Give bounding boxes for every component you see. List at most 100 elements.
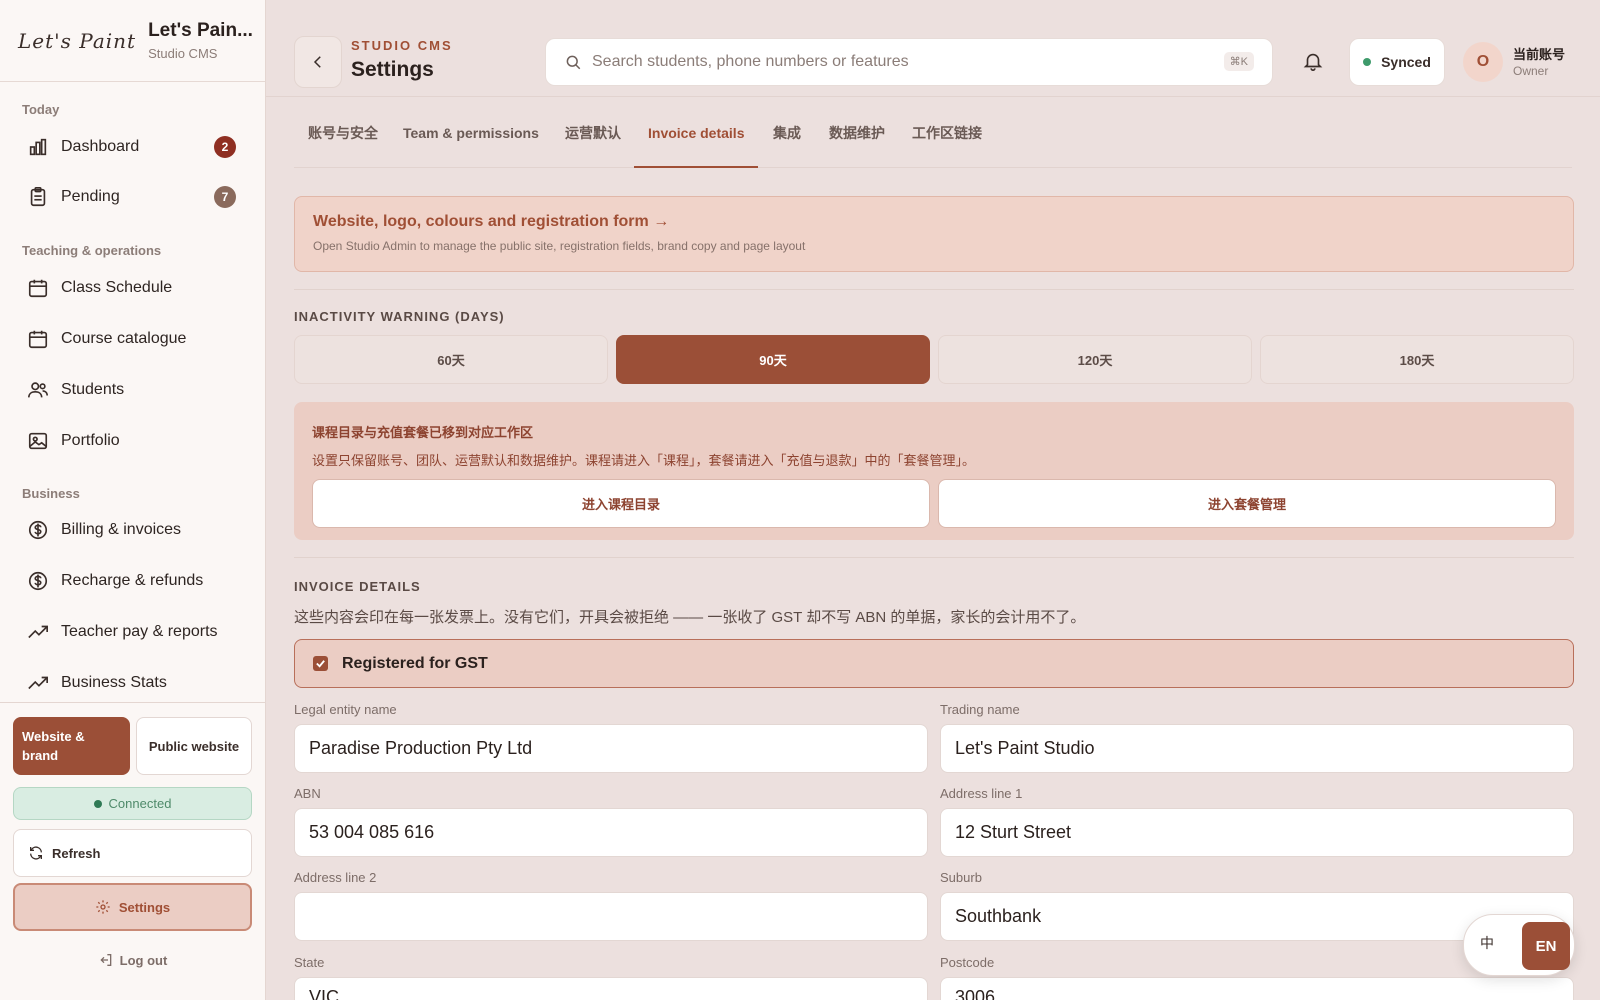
trading-name-label: Trading name: [940, 702, 1020, 717]
image-icon: [28, 432, 48, 450]
abn-field[interactable]: 53 004 085 616: [294, 808, 928, 857]
sidebar-item-billing[interactable]: Billing & invoices: [14, 509, 252, 551]
settings-tabs: 账号与安全 Team & permissions 运营默认 Invoice de…: [294, 118, 1572, 168]
address1-label: Address line 1: [940, 786, 1023, 801]
gst-label: Registered for GST: [342, 654, 488, 672]
inactivity-option-90[interactable]: 90天: [616, 335, 930, 384]
website-brand-button[interactable]: Website & brand: [13, 717, 130, 775]
calendar-icon: [28, 330, 48, 349]
notice-title: 课程目录与充值套餐已移到对应工作区: [312, 425, 534, 440]
lang-zh-option[interactable]: 中: [1480, 933, 1494, 953]
postcode-label: Postcode: [940, 955, 995, 970]
address1-field[interactable]: 12 Sturt Street: [940, 808, 1574, 857]
sidebar-item-pending[interactable]: Pending 7: [14, 176, 252, 218]
settings-button[interactable]: Settings: [13, 883, 252, 931]
status-dot: [93, 799, 102, 808]
search-shortcut: ⌘K: [1223, 52, 1254, 71]
chevron-left-icon: [313, 56, 321, 68]
search-placeholder: Search students, phone numbers or featur…: [592, 53, 909, 70]
legal-name-field[interactable]: Paradise Production Pty Ltd: [294, 724, 928, 773]
search-icon: [566, 55, 581, 70]
sidebar-item-teacher-pay[interactable]: Teacher pay & reports: [14, 611, 252, 653]
sidebar-item-label: Teacher pay & reports: [61, 623, 218, 640]
sync-label: Synced: [1381, 54, 1431, 70]
pending-count-badge: 7: [214, 186, 236, 208]
inactivity-option-60[interactable]: 60天: [294, 335, 608, 384]
banner-title: Website, logo, colours and registration …: [313, 213, 670, 230]
check-icon: [316, 660, 325, 668]
sidebar-item-label: Course catalogue: [61, 330, 187, 347]
sidebar-item-class-schedule[interactable]: Class Schedule: [14, 267, 252, 309]
address2-label: Address line 2: [294, 870, 377, 885]
invoice-details-description: 这些内容会印在每一张发票上。没有它们，开具会被拒绝 —— 一张收了 GST 却不…: [294, 609, 1086, 626]
divider: [294, 289, 1574, 290]
moved-notice: 课程目录与充值套餐已移到对应工作区 设置只保留账号、团队、运营默认和数据维护。课…: [294, 402, 1574, 540]
connection-status: Connected: [13, 787, 252, 820]
go-to-catalogue-button[interactable]: 进入课程目录: [312, 479, 930, 528]
sync-status[interactable]: Synced: [1349, 38, 1445, 86]
section-business: Business: [22, 486, 80, 501]
notice-description: 设置只保留账号、团队、运营默认和数据维护。课程请进入「课程」，套餐请进入「充值与…: [312, 453, 976, 468]
refresh-button[interactable]: Refresh: [13, 829, 252, 877]
gst-checkbox[interactable]: [313, 656, 328, 671]
go-to-packages-button[interactable]: 进入套餐管理: [938, 479, 1556, 528]
account-name[interactable]: 当前账号: [1513, 44, 1565, 63]
divider: [294, 557, 1574, 558]
avatar[interactable]: O: [1463, 42, 1503, 82]
address2-field[interactable]: [294, 892, 928, 941]
invoice-details-label: INVOICE DETAILS: [294, 579, 421, 594]
sidebar-item-label: Portfolio: [61, 432, 120, 449]
website-brand-banner[interactable]: Website, logo, colours and registration …: [294, 196, 1574, 272]
postcode-field[interactable]: 3006: [940, 977, 1574, 1000]
sidebar-item-business-stats[interactable]: Business Stats: [14, 662, 252, 704]
tab-operations-defaults[interactable]: 运营默认: [551, 118, 635, 168]
section-teaching: Teaching & operations: [22, 243, 162, 258]
logout-button[interactable]: Log out: [13, 943, 252, 977]
sidebar-item-portfolio[interactable]: Portfolio: [14, 420, 252, 462]
search-input[interactable]: Search students, phone numbers or featur…: [545, 38, 1273, 86]
state-field[interactable]: VIC: [294, 977, 928, 1000]
connection-label: Connected: [108, 796, 172, 811]
lang-en-option[interactable]: EN: [1522, 922, 1570, 970]
main-content: STUDIO CMS Settings Search students, pho…: [266, 0, 1600, 1000]
brand-header[interactable]: Let's Paint Let's Pain... Studio CMS: [0, 0, 265, 82]
inactivity-option-120[interactable]: 120天: [938, 335, 1252, 384]
refresh-icon: [30, 846, 42, 860]
bar-chart-icon: [29, 138, 47, 156]
top-bar: STUDIO CMS Settings Search students, pho…: [266, 0, 1600, 97]
sidebar-item-label: Dashboard: [61, 138, 140, 155]
dollar-icon: [28, 520, 48, 540]
trading-name-field[interactable]: Let's Paint Studio: [940, 724, 1574, 773]
inactivity-label: INACTIVITY WARNING (DAYS): [294, 309, 505, 324]
page-eyebrow: STUDIO CMS: [351, 38, 453, 53]
sidebar-item-recharge[interactable]: Recharge & refunds: [14, 560, 252, 602]
tab-account-security[interactable]: 账号与安全: [294, 118, 392, 168]
studio-name: Let's Pain...: [148, 20, 253, 41]
dashboard-count-badge: 2: [214, 136, 236, 158]
sidebar-item-dashboard[interactable]: Dashboard 2: [14, 126, 252, 168]
sidebar-item-label: Billing & invoices: [61, 521, 182, 538]
tab-workspace-links[interactable]: 工作区链接: [898, 118, 996, 168]
tab-team-permissions[interactable]: Team & permissions: [389, 118, 553, 168]
sidebar-item-course-catalogue[interactable]: Course catalogue: [14, 318, 252, 360]
account-role: Owner: [1513, 64, 1549, 78]
back-button[interactable]: [294, 36, 342, 88]
legal-name-label: Legal entity name: [294, 702, 397, 717]
settings-label: Settings: [118, 899, 171, 915]
sidebar-footer: Website & brand Public website Connected…: [0, 702, 266, 1000]
section-today: Today: [22, 102, 60, 117]
users-icon: [28, 382, 48, 398]
sidebar-item-students[interactable]: Students: [14, 369, 252, 411]
public-website-button[interactable]: Public website: [136, 717, 252, 775]
inactivity-option-180[interactable]: 180天: [1260, 335, 1574, 384]
tab-integrations[interactable]: 集成: [759, 118, 815, 168]
sidebar: Let's Paint Let's Pain... Studio CMS Tod…: [0, 0, 266, 1000]
gst-checkbox-row[interactable]: Registered for GST: [294, 639, 1574, 688]
refresh-label: Refresh: [52, 845, 101, 861]
state-label: State: [294, 955, 325, 970]
language-switcher: 中 EN: [1463, 914, 1575, 976]
tab-invoice-details[interactable]: Invoice details: [634, 118, 759, 168]
studio-logo: Let's Paint: [18, 28, 137, 53]
tab-data-maintenance[interactable]: 数据维护: [815, 118, 899, 168]
notifications-button[interactable]: [1302, 50, 1324, 77]
